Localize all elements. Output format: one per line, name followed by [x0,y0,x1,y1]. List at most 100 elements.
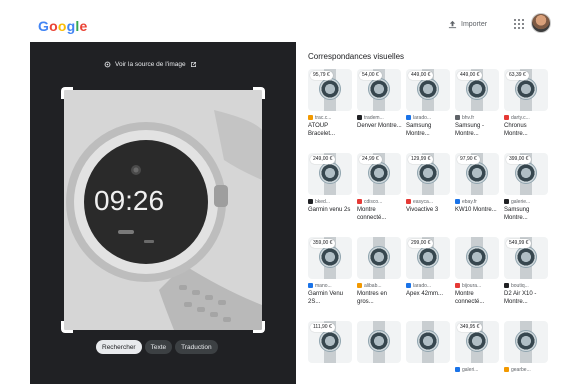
source-name: larado... [413,282,432,289]
result-card[interactable]: 129,99 € easyca... Vivoactive 3 [406,153,452,233]
result-card[interactable]: bijoura... Montre connecté... [455,237,501,317]
result-source: cdisco... [357,198,403,205]
result-source: darty.c... [504,114,550,121]
watch-face-shape [368,246,390,268]
result-card[interactable] [406,321,452,390]
site-favicon-icon [504,115,509,120]
view-source-link[interactable]: Voir la source de l'image [98,56,203,72]
watch-face-shape [319,330,341,352]
result-card[interactable]: 24,99 € cdisco... Montre connecté... [357,153,403,233]
result-card[interactable]: 63,39 € darty.c... Chronus Montre... [504,69,550,149]
watch-face-shape [417,330,439,352]
result-card[interactable]: 299,00 € larado... Apex 42mm... [406,237,452,317]
crop-area[interactable]: 09:26 [64,90,262,330]
result-card[interactable]: 349,95 € galeri... [455,321,501,390]
result-title: Samsung - Montre... [455,123,485,137]
result-title: Vivoactive 3 [406,207,439,213]
source-name: easyca... [413,198,434,205]
result-card[interactable] [357,321,403,390]
result-thumbnail: 299,00 € [406,237,450,279]
site-favicon-icon [406,199,411,204]
result-card[interactable]: 95,79 € trac.c... ATOUP Bracelet... [308,69,354,149]
price-badge: 299,00 € [408,239,434,248]
result-card[interactable]: 449,00 € larado... Samsung Montre... [406,69,452,149]
site-favicon-icon [308,115,313,120]
site-favicon-icon [406,283,411,288]
result-thumbnail: 349,95 € [455,321,499,363]
watch-face-shape [417,78,439,100]
apps-grid-icon[interactable] [514,19,524,29]
result-card[interactable]: 97,90 € ebay.fr KW10 Montre... [455,153,501,233]
site-favicon-icon [504,283,509,288]
logo-letter: G [38,18,50,34]
result-title: Samsung Montre... [406,123,432,137]
result-source: galerie... [504,198,550,205]
result-card[interactable]: 111,90 € [308,321,354,390]
watch-face-shape [319,78,341,100]
watch-face-shape [515,246,537,268]
result-thumbnail: 129,99 € [406,153,450,195]
upload-icon [448,20,457,28]
price-badge: 359,00 € [310,239,336,248]
result-source: larado... [406,282,452,289]
source-name: boutiq... [511,282,529,289]
result-title: Chronus Montre... [504,123,528,137]
site-favicon-icon [504,199,509,204]
crop-handle-bottom-left[interactable] [61,321,73,333]
logo-letter: e [79,18,88,34]
avatar[interactable] [531,13,551,33]
google-logo[interactable]: Google [38,18,87,34]
source-name: ebay.fr [462,198,477,205]
image-viewer-pane: Voir la source de l'image 09:26 Recherch… [30,42,296,384]
price-badge: 349,95 € [457,323,483,332]
result-title: ATOUP Bracelet... [308,123,336,137]
price-badge: 95,79 € [310,71,333,80]
result-thumbnail [504,321,548,363]
result-card[interactable]: 399,00 € galerie... Samsung Montre... [504,153,550,233]
result-thumbnail: 399,00 € [504,153,548,195]
result-source: bijoura... [455,282,501,289]
result-card[interactable]: 549,99 € boutiq... D2 Air X10 - Montre... [504,237,550,317]
mode-tabs: Rechercher Texte Traduction [96,340,218,354]
watch-face-shape [466,246,488,268]
result-thumbnail: 359,00 € [308,237,352,279]
view-source-label: Voir la source de l'image [115,60,186,68]
tab-rechercher[interactable]: Rechercher [96,340,142,354]
price-badge: 63,39 € [506,71,529,80]
price-badge: 54,00 € [359,71,382,80]
crop-handle-top-left[interactable] [61,87,73,99]
crop-handle-top-right[interactable] [253,87,265,99]
source-name: trac.c... [315,114,332,121]
open-external-icon [190,61,196,67]
watch-face-shape [417,162,439,184]
result-source: bhv.fr [455,114,501,121]
result-card[interactable]: 359,00 € mano... Garmin Venu 2S... [308,237,354,317]
result-thumbnail [406,321,450,363]
watch-face-shape [319,246,341,268]
watch-face-shape [368,162,390,184]
crop-handle-bottom-right[interactable] [253,321,265,333]
source-name: darty.c... [511,114,530,121]
import-button[interactable]: Importer [448,17,487,31]
result-source: ebay.fr [455,198,501,205]
result-title: Apex 42mm... [406,291,444,297]
watch-face-shape [368,78,390,100]
result-thumbnail: 63,39 € [504,69,548,111]
lens-icon [104,61,111,67]
result-card[interactable]: 449,00 € bhv.fr Samsung - Montre... [455,69,501,149]
site-favicon-icon [455,199,460,204]
tab-texte[interactable]: Texte [144,340,173,354]
result-card[interactable]: alibab... Montres en gros... [357,237,403,317]
result-card[interactable]: 54,00 € tradem... Denver Montre... [357,69,403,149]
watch-face-shape [515,330,537,352]
price-badge: 129,99 € [408,155,434,164]
result-card[interactable]: 249,00 € bked... Garmin venu 2s [308,153,354,233]
logo-letter: o [49,18,58,34]
site-favicon-icon [455,283,460,288]
site-favicon-icon [455,367,460,372]
result-card[interactable]: gearbe... [504,321,550,390]
result-title: Montres en gros... [357,291,388,305]
source-name: mano... [315,282,332,289]
result-thumbnail [357,237,401,279]
tab-traduction[interactable]: Traduction [175,340,218,354]
